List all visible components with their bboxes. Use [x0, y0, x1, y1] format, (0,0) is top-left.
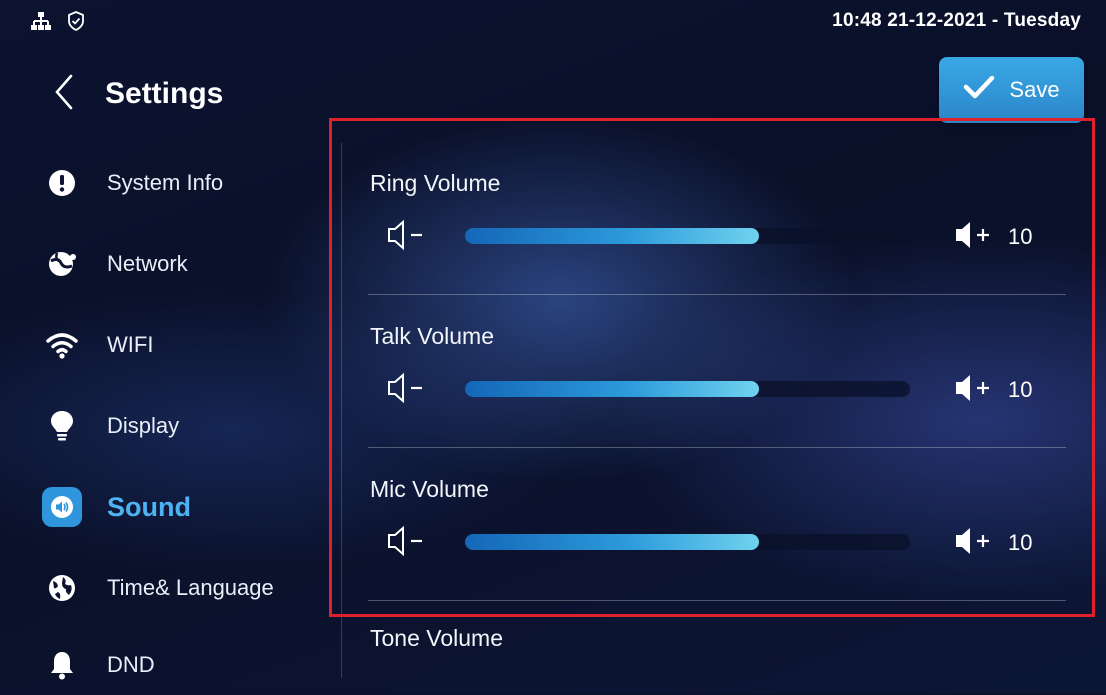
divider: [368, 600, 1066, 601]
talk-volume-label: Talk Volume: [370, 323, 495, 349]
lightbulb-icon: [40, 404, 84, 448]
globe-icon: [40, 566, 84, 610]
check-icon: [963, 74, 995, 106]
volume-up-icon[interactable]: [953, 524, 1001, 563]
sidebar-item-display[interactable]: Display: [40, 396, 330, 456]
sidebar-item-system-info[interactable]: System Info: [40, 153, 330, 213]
save-label: Save: [1009, 77, 1060, 102]
status-clock: 10:48 21-12-2021 - Tuesday: [832, 10, 1081, 31]
sound-settings-panel: Ring Volume 10 Talk Volume 10 Mic Volume…: [368, 140, 1068, 693]
shield-check-icon: [66, 10, 86, 32]
divider: [368, 447, 1066, 448]
talk-volume-value: 10: [1008, 377, 1033, 402]
sidebar-item-label: Network: [107, 251, 188, 276]
chevron-left-icon: [53, 73, 75, 116]
mic-volume-slider[interactable]: [465, 534, 910, 550]
mic-volume-control: 10: [368, 516, 1068, 566]
sidebar-item-wifi[interactable]: WIFI: [40, 315, 330, 375]
slider-fill: [465, 381, 759, 397]
status-icons: [30, 10, 86, 32]
page-title: Settings: [105, 77, 224, 110]
sidebar-item-label: DND: [107, 652, 155, 677]
sidebar-item-label: System Info: [107, 170, 224, 195]
slider-fill: [465, 228, 759, 244]
tone-volume-label: Tone Volume: [370, 625, 503, 651]
sidebar: System Info Network WIFI Display Sound T…: [0, 140, 340, 693]
wifi-icon: [40, 323, 84, 367]
ring-volume-slider[interactable]: [465, 228, 910, 244]
bell-icon: [40, 643, 84, 687]
volume-down-icon[interactable]: [386, 218, 434, 257]
ring-volume-control: 10: [368, 210, 1068, 260]
volume-down-icon[interactable]: [386, 371, 434, 410]
volume-up-icon[interactable]: [953, 371, 1001, 410]
network-tree-icon: [30, 10, 52, 32]
volume-up-icon[interactable]: [953, 218, 1001, 257]
slider-fill: [465, 534, 759, 550]
status-bar: 10:48 21-12-2021 - Tuesday: [0, 0, 1106, 46]
sidebar-item-dnd[interactable]: DND: [40, 635, 330, 695]
sidebar-item-label: Sound: [107, 491, 191, 522]
sidebar-item-sound[interactable]: Sound: [40, 477, 330, 537]
talk-volume-slider[interactable]: [465, 381, 910, 397]
volume-down-icon[interactable]: [386, 524, 434, 563]
sidebar-item-time-language[interactable]: Time& Language: [40, 558, 330, 618]
ring-volume-value: 10: [1008, 224, 1033, 249]
mic-volume-value: 10: [1008, 530, 1033, 555]
sidebar-item-network[interactable]: Network: [40, 234, 330, 294]
back-button[interactable]: [46, 72, 82, 116]
talk-volume-control: 10: [368, 363, 1068, 413]
sidebar-item-label: Display: [107, 413, 180, 438]
network-globe-icon: [40, 242, 84, 286]
mic-volume-label: Mic Volume: [370, 476, 489, 502]
sidebar-item-label: WIFI: [107, 332, 154, 357]
divider: [368, 294, 1066, 295]
sidebar-item-label: Time& Language: [107, 575, 274, 600]
save-button[interactable]: Save: [939, 57, 1084, 123]
info-icon: [40, 161, 84, 205]
ring-volume-label: Ring Volume: [370, 170, 501, 196]
speaker-icon: [42, 487, 82, 527]
sidebar-divider: [341, 143, 342, 678]
header: Settings Save: [0, 57, 1106, 130]
